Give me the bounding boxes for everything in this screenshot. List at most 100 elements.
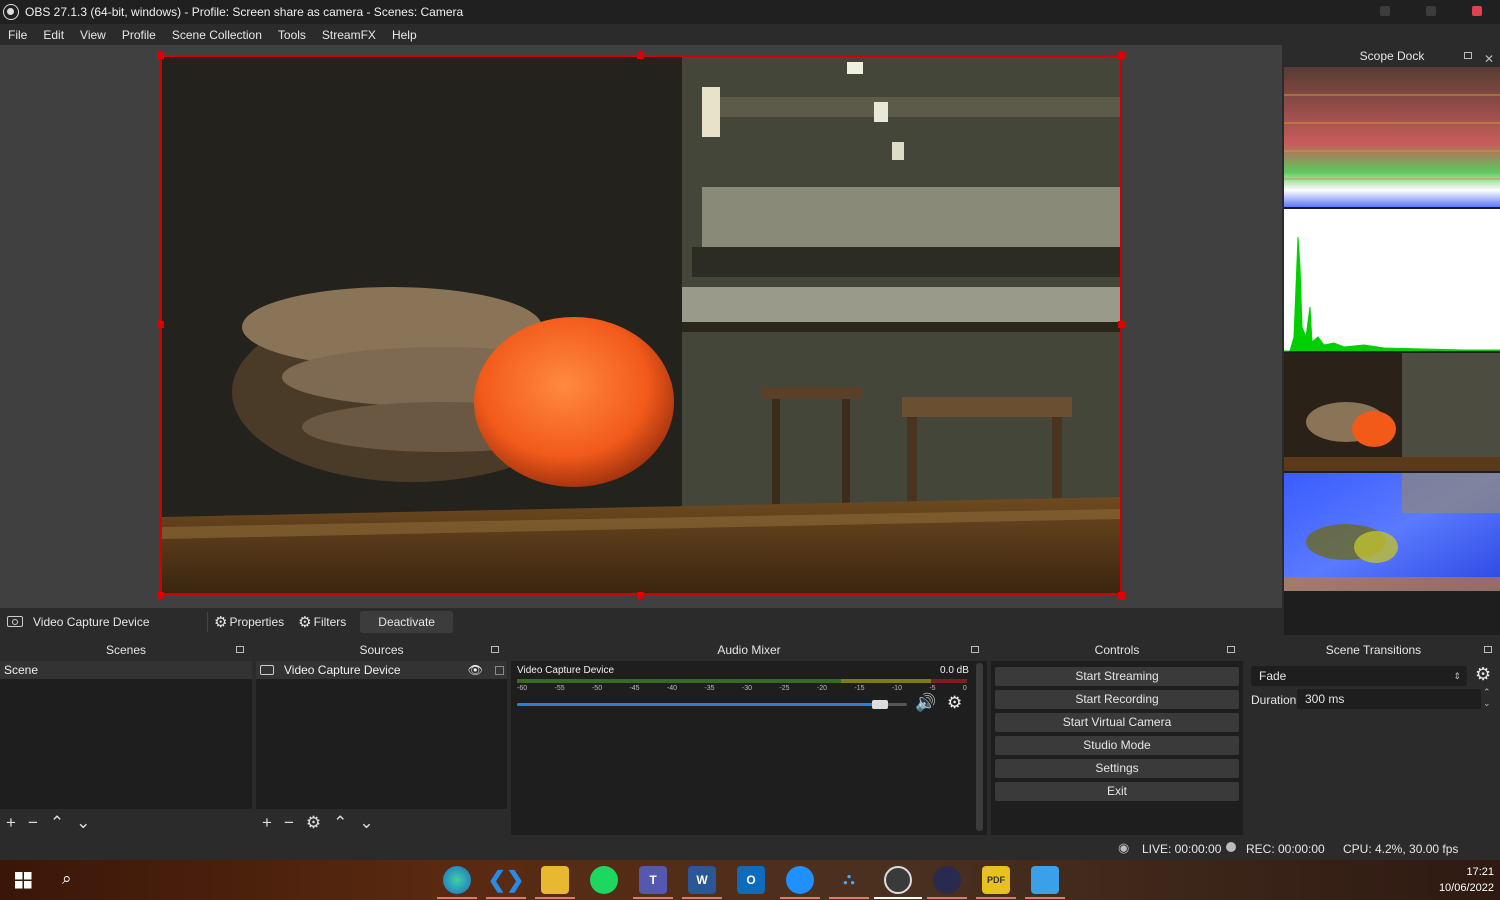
resize-handle[interactable]	[1118, 321, 1125, 328]
gear-icon[interactable]: ⚙	[1475, 664, 1491, 685]
scope-dock-header: Scope Dock ✕	[1284, 45, 1500, 67]
rec-status: REC: 00:00:00	[1246, 842, 1325, 856]
volume-meter	[517, 679, 967, 683]
minimize-button[interactable]	[1380, 6, 1390, 16]
exit-button[interactable]: Exit	[995, 782, 1239, 801]
start-recording-button[interactable]: Start Recording	[995, 690, 1239, 709]
teams-icon[interactable]: T	[639, 866, 667, 894]
menu-help[interactable]: Help	[392, 28, 417, 42]
move-up-icon[interactable]: ⌃	[333, 814, 347, 831]
running-indicator	[829, 897, 869, 899]
start-virtual-camera-button[interactable]: Start Virtual Camera	[995, 713, 1239, 732]
deactivate-button[interactable]: Deactivate	[360, 610, 453, 633]
running-indicator	[682, 897, 722, 899]
move-down-icon[interactable]: ⌄	[359, 814, 373, 831]
pdf-icon[interactable]: PDF	[982, 866, 1010, 894]
resize-handle[interactable]	[637, 52, 644, 59]
running-indicator	[874, 897, 922, 899]
network-app-icon[interactable]: ⛬	[835, 866, 863, 894]
meter-tick: -15	[854, 685, 865, 692]
menu-edit[interactable]: Edit	[43, 28, 64, 42]
controls-header: Controls	[991, 640, 1243, 661]
live-indicator-icon: ◉	[1118, 840, 1130, 855]
studio-mode-button[interactable]: Studio Mode	[995, 736, 1239, 755]
float-icon[interactable]	[1484, 646, 1492, 653]
move-up-icon[interactable]: ⌃	[50, 814, 64, 831]
windows-start-icon[interactable]	[15, 872, 32, 889]
close-button[interactable]	[1472, 6, 1482, 16]
lock-icon[interactable]	[495, 665, 504, 675]
app-icon[interactable]	[786, 866, 814, 894]
menu-view[interactable]: View	[80, 28, 106, 42]
vpn-app-icon[interactable]	[1031, 866, 1059, 894]
meter-tick: -5	[929, 685, 936, 692]
menu-tools[interactable]: Tools	[278, 28, 306, 42]
float-icon[interactable]	[1464, 52, 1472, 59]
meter-tick: -55	[554, 685, 565, 692]
float-icon[interactable]	[236, 646, 244, 653]
search-icon[interactable]: ⌕	[62, 869, 72, 889]
duration-input[interactable]: 300 ms	[1297, 689, 1481, 709]
add-icon[interactable]: +	[262, 814, 272, 831]
file-explorer-icon[interactable]	[541, 866, 569, 894]
resize-handle[interactable]	[637, 592, 644, 599]
scene-item[interactable]: Scene	[0, 661, 252, 679]
resize-handle[interactable]	[157, 592, 164, 599]
remove-icon[interactable]: −	[28, 814, 38, 831]
menu-profile[interactable]: Profile	[122, 28, 156, 42]
close-icon[interactable]: ✕	[1484, 48, 1494, 70]
float-icon[interactable]	[1227, 646, 1235, 653]
filters-button[interactable]: ⚙ Filters	[298, 613, 346, 631]
meter-scale: -60 -55 -50 -45 -40 -35 -30 -25 -20 -15 …	[517, 685, 967, 692]
outlook-icon[interactable]: O	[737, 866, 765, 894]
gear-icon[interactable]: ⚙	[947, 693, 962, 713]
eclipse-icon[interactable]	[933, 866, 961, 894]
source-toolbar: Video Capture Device ⚙ Properties ⚙ Filt…	[0, 608, 1282, 635]
vscode-icon[interactable]: ❮❯	[488, 866, 525, 894]
edge-dev-icon[interactable]	[443, 866, 471, 894]
mixer-body: Video Capture Device 0.0 dB -60 -55 -50 …	[511, 661, 987, 835]
obs-taskbar-icon[interactable]	[884, 866, 912, 894]
menu-scene-collection[interactable]: Scene Collection	[172, 28, 262, 42]
properties-button[interactable]: ⚙ Properties	[214, 613, 284, 631]
remove-icon[interactable]: −	[284, 814, 294, 831]
word-icon[interactable]: W	[688, 866, 716, 894]
speaker-icon[interactable]: 🔊	[915, 693, 936, 713]
resize-handle[interactable]	[157, 321, 164, 328]
mixer-scrollbar[interactable]	[976, 663, 983, 831]
meter-tick: -25	[779, 685, 790, 692]
volume-slider[interactable]	[517, 700, 907, 709]
system-clock[interactable]: 17:21 10/06/2022	[1439, 864, 1494, 896]
eye-icon[interactable]: 👁	[468, 661, 483, 679]
menu-file[interactable]: File	[8, 28, 27, 42]
menu-streamfx[interactable]: StreamFX	[322, 28, 376, 42]
float-icon[interactable]	[971, 646, 979, 653]
preview-area[interactable]	[0, 45, 1282, 608]
scope-visualizations	[1284, 67, 1500, 591]
resize-handle[interactable]	[1118, 52, 1125, 59]
gear-icon: ⚙	[214, 613, 228, 631]
volume-slider-thumb[interactable]	[871, 700, 888, 709]
float-icon[interactable]	[491, 646, 499, 653]
move-down-icon[interactable]: ⌄	[76, 814, 90, 831]
resize-handle[interactable]	[157, 52, 164, 59]
transition-select[interactable]: Fade ⇕	[1251, 666, 1467, 686]
source-item[interactable]: Video Capture Device 👁	[256, 661, 507, 679]
spin-buttons[interactable]: ⌃ ⌄	[1483, 687, 1491, 709]
gear-icon[interactable]: ⚙	[306, 814, 321, 831]
settings-button[interactable]: Settings	[995, 759, 1239, 778]
sources-title: Sources	[359, 643, 404, 657]
meter-tick: 0	[962, 685, 967, 692]
spotify-icon[interactable]	[590, 866, 618, 894]
running-indicator	[535, 897, 575, 899]
meter-tick: -45	[629, 685, 640, 692]
resize-handle[interactable]	[1118, 592, 1125, 599]
transitions-header: Scene Transitions	[1247, 640, 1500, 661]
add-icon[interactable]: +	[6, 814, 16, 831]
scenes-footer: + − ⌃ ⌄	[0, 809, 252, 835]
transition-select-value: Fade	[1259, 669, 1287, 683]
clock-time: 17:21	[1466, 866, 1494, 878]
start-streaming-button[interactable]: Start Streaming	[995, 667, 1239, 686]
camera-preview[interactable]	[160, 55, 1122, 595]
maximize-button[interactable]	[1426, 6, 1436, 16]
